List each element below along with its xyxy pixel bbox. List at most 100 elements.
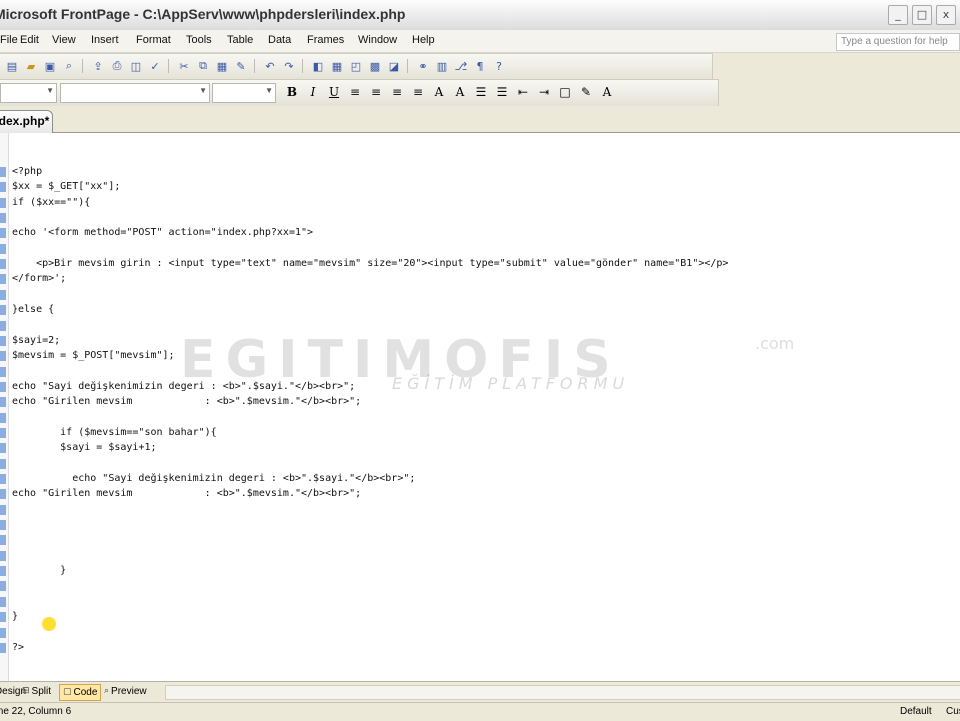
line-marker (0, 458, 6, 469)
code-area[interactable]: <?php $xx = $_GET["xx"]; if ($xx==""){echo… (12, 133, 952, 681)
navigation-icon[interactable]: ⎇ (453, 58, 469, 74)
tab-split[interactable]: ⊟ Split (22, 684, 51, 699)
horizontal-scrollbar[interactable] (165, 685, 960, 700)
line-marker (0, 427, 6, 438)
code-editor[interactable]: <?php $xx = $_GET["xx"]; if ($xx==""){echo… (0, 133, 960, 681)
new-icon[interactable]: ▤ (4, 58, 20, 74)
tab-preview-label: Preview (111, 686, 147, 697)
menu-format[interactable]: Format (136, 34, 171, 46)
chevron-down-icon: ▼ (46, 86, 54, 95)
line-marker (0, 443, 6, 454)
toolbar-separator (82, 59, 85, 73)
underline-button[interactable]: U (325, 84, 343, 100)
help-search-input[interactable]: Type a question for help (836, 33, 960, 51)
menu-view[interactable]: View (52, 34, 76, 46)
numbering-icon[interactable]: ☰ (472, 84, 490, 100)
paste-icon[interactable]: ▦ (214, 58, 230, 74)
search-icon[interactable]: ⌕ (61, 58, 77, 74)
minimize-button[interactable]: _ (888, 5, 908, 25)
style-dropdown[interactable]: ▼ (0, 83, 57, 103)
font-dropdown[interactable]: ▼ (60, 83, 210, 103)
font-size-dropdown[interactable]: ▼ (212, 83, 276, 103)
line-marker (0, 642, 6, 653)
code-line: $sayi=2; (12, 334, 61, 346)
line-marker (0, 182, 6, 193)
decrease-font-icon[interactable]: A (451, 84, 469, 100)
tab-index-php[interactable]: index.php* (0, 110, 53, 133)
justify-icon[interactable]: ≡ (409, 84, 427, 100)
web-component-icon[interactable]: ◧ (310, 58, 326, 74)
undo-icon[interactable]: ↶ (262, 58, 278, 74)
format-painter-icon[interactable]: ✎ (233, 58, 249, 74)
line-marker (0, 167, 6, 177)
code-line: $mevsim = $_POST["mevsim"]; (12, 350, 175, 362)
spelling-icon[interactable]: ✓ (147, 58, 163, 74)
tab-preview[interactable]: ⌕ Preview (104, 684, 147, 699)
code-line: $xx = $_GET["xx"]; (12, 181, 121, 193)
copy-icon[interactable]: ⧉ (195, 58, 211, 74)
bullets-icon[interactable]: ☰ (493, 84, 511, 100)
menu-table[interactable]: Table (227, 34, 253, 46)
show-all-icon[interactable]: ¶ (472, 58, 488, 74)
tab-split-label: Split (31, 686, 51, 697)
save-icon[interactable]: ▣ (42, 58, 58, 74)
decrease-indent-icon[interactable]: ⇤ (514, 84, 532, 100)
menu-window[interactable]: Window (358, 34, 397, 46)
drawing-icon[interactable]: ◪ (386, 58, 402, 74)
line-marker (0, 550, 6, 561)
publish-icon[interactable]: ⇪ (90, 58, 106, 74)
align-right-icon[interactable]: ≡ (388, 84, 406, 100)
code-line: if ($xx==""){ (12, 196, 91, 208)
tab-code[interactable]: ▢ Code (59, 684, 102, 701)
code-line: </form>'; (12, 273, 67, 285)
menu-frames[interactable]: Frames (307, 34, 344, 46)
tab-code-label: Code (73, 687, 98, 698)
help-icon[interactable]: ? (491, 58, 507, 74)
layer-icon[interactable]: ◰ (348, 58, 364, 74)
line-marker (0, 351, 6, 362)
window-controls: _ □ x (888, 5, 956, 25)
align-left-icon[interactable]: ≡ (346, 84, 364, 100)
menu-help[interactable]: Help (412, 34, 435, 46)
font-color-icon[interactable]: A (598, 84, 616, 100)
picture-icon[interactable]: ▩ (367, 58, 383, 74)
code-line: $sayi = $sayi+1; (12, 442, 157, 454)
standard-toolbar: ▤ ▰ ▣ ⌕ ⇪ ⎙ ◫ ✓ ✂ ⧉ ▦ ✎ ↶ ↷ ◧ ▦ ◰ ▩ ◪ ⚭ … (0, 53, 713, 81)
open-icon[interactable]: ▰ (23, 58, 39, 74)
title-bar: Microsoft FrontPage - C:\AppServ\www\php… (0, 0, 960, 31)
maximize-button[interactable]: □ (912, 5, 932, 25)
increase-font-icon[interactable]: A (430, 84, 448, 100)
print-icon[interactable]: ⎙ (109, 58, 125, 74)
line-marker (0, 520, 6, 531)
preview-icon[interactable]: ◫ (128, 58, 144, 74)
chevron-down-icon: ▼ (265, 86, 273, 95)
code-line: }else { (12, 304, 55, 316)
close-button[interactable]: x (936, 5, 956, 25)
align-center-icon[interactable]: ≡ (367, 84, 385, 100)
status-bar: Line 22, Column 6 Default Custom (0, 702, 960, 721)
code-line: echo "Girilen mevsim : <b>".$mevsim."</b… (12, 488, 362, 500)
cut-icon[interactable]: ✂ (176, 58, 192, 74)
line-marker (0, 412, 6, 423)
menu-insert[interactable]: Insert (91, 34, 119, 46)
menu-tools[interactable]: Tools (186, 34, 212, 46)
window-title: Microsoft FrontPage - C:\AppServ\www\php… (0, 6, 406, 22)
line-marker (0, 320, 6, 331)
hyperlink-icon[interactable]: ⚭ (415, 58, 431, 74)
highlight-icon[interactable]: ✎ (577, 84, 595, 100)
italic-button[interactable]: I (304, 84, 322, 100)
border-icon[interactable]: □ (556, 84, 574, 100)
line-marker (0, 213, 6, 224)
increase-indent-icon[interactable]: ⇥ (535, 84, 553, 100)
code-line: ?> (12, 641, 25, 653)
redo-icon[interactable]: ↷ (281, 58, 297, 74)
menu-edit[interactable]: Edit (20, 34, 39, 46)
menu-data[interactable]: Data (268, 34, 291, 46)
folder-list-icon[interactable]: ▥ (434, 58, 450, 74)
table-icon[interactable]: ▦ (329, 58, 345, 74)
menu-file[interactable]: File (0, 34, 18, 46)
menu-bar: File Edit View Insert Format Tools Table… (0, 30, 960, 53)
line-marker (0, 228, 6, 239)
toolbar-separator (168, 59, 171, 73)
bold-button[interactable]: B (283, 84, 301, 100)
